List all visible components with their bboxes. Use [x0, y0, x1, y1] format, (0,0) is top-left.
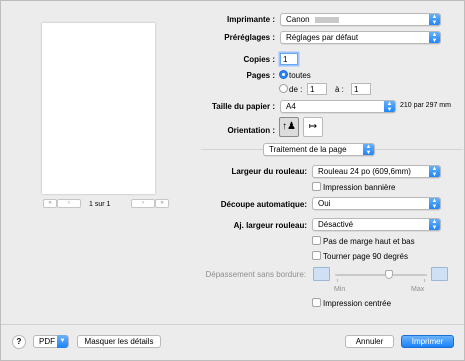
portrait-orientation-button[interactable]: ↑♟	[279, 117, 299, 137]
overflow-min-label: Min	[334, 286, 346, 293]
overflow-max-label: Max	[411, 286, 425, 293]
overflow-max-icon	[431, 267, 448, 281]
copies-label: Copies :	[243, 55, 275, 64]
paper-size-value: A4	[286, 102, 296, 111]
first-page-button[interactable]: «	[43, 199, 57, 208]
section-value: Traitement de la page	[269, 145, 347, 154]
centered-label: Impression centrée	[323, 299, 392, 308]
chevron-updown-icon: ▲ ▼	[384, 101, 395, 112]
printer-select[interactable]: Canon ▲ ▼	[280, 13, 441, 26]
pages-to-field[interactable]: 1	[351, 83, 371, 95]
next-page-button[interactable]: ›	[131, 199, 155, 208]
footer-separator	[1, 324, 464, 325]
pages-label: Pages :	[246, 71, 275, 80]
no-margin-label: Pas de marge haut et bas	[323, 237, 415, 246]
pages-from-label: de :	[289, 85, 303, 94]
banner-checkbox[interactable]	[312, 182, 321, 191]
page-indicator: 1 sur 1	[89, 201, 111, 208]
chevron-updown-icon: ▲ ▼	[429, 198, 440, 209]
overflow-slider-thumb[interactable]	[385, 270, 393, 279]
prev-page-button[interactable]: ‹	[57, 199, 81, 208]
pages-from-field[interactable]: 1	[307, 83, 327, 95]
print-dialog: « ‹ 1 sur 1 › » Imprimante : Canon ▲ ▼ Pr…	[0, 0, 465, 361]
auto-cut-value: Oui	[318, 199, 331, 208]
no-margin-checkbox[interactable]	[312, 236, 321, 245]
chevron-updown-icon: ▲ ▼	[429, 14, 440, 25]
print-button[interactable]: Imprimer	[401, 335, 454, 348]
adjust-roll-label: Aj. largeur rouleau:	[233, 221, 307, 230]
pages-to-label: à :	[335, 85, 344, 94]
pages-all-radio[interactable]	[279, 70, 288, 79]
landscape-icon: ↦	[308, 121, 318, 132]
overflow-slider-ticks	[337, 279, 425, 282]
presets-value: Réglages par défaut	[286, 33, 359, 42]
pages-all-label: toutes	[289, 71, 311, 80]
overflow-slider-track[interactable]	[335, 274, 427, 276]
printer-label: Imprimante :	[226, 15, 275, 24]
roll-width-label: Largeur du rouleau:	[231, 167, 307, 176]
roll-width-value: Rouleau 24 po (609,6mm)	[318, 167, 411, 176]
printer-value: Canon	[286, 15, 310, 24]
overflow-min-icon	[313, 267, 330, 281]
paper-size-label: Taille du papier :	[212, 102, 275, 111]
hide-details-button[interactable]: Masquer les détails	[77, 335, 161, 348]
presets-select[interactable]: Réglages par défaut ▲ ▼	[280, 31, 441, 44]
presets-label: Préréglages :	[224, 33, 275, 42]
cancel-button[interactable]: Annuler	[345, 335, 394, 348]
chevron-updown-icon: ▲ ▼	[429, 166, 440, 177]
pages-range-radio[interactable]	[279, 84, 288, 93]
banner-label: Impression bannière	[323, 183, 396, 192]
centered-checkbox[interactable]	[312, 298, 321, 307]
paper-dimensions: 210 par 297 mm	[400, 102, 451, 109]
pdf-menu-button[interactable]: PDF ▼	[33, 335, 69, 348]
help-button[interactable]: ?	[12, 335, 26, 349]
copies-field[interactable]: 1	[280, 53, 298, 65]
printer-name-redacted	[314, 16, 339, 23]
auto-cut-select[interactable]: Oui ▲ ▼	[312, 197, 441, 210]
chevron-updown-icon: ▲ ▼	[429, 32, 440, 43]
chevron-updown-icon: ▲ ▼	[429, 219, 440, 230]
rotate-checkbox[interactable]	[312, 251, 321, 260]
adjust-roll-value: Désactivé	[318, 220, 354, 229]
roll-width-select[interactable]: Rouleau 24 po (609,6mm) ▲ ▼	[312, 165, 441, 178]
landscape-orientation-button[interactable]: ↦	[303, 117, 323, 137]
adjust-roll-select[interactable]: Désactivé ▲ ▼	[312, 218, 441, 231]
portrait-icon: ↑♟	[282, 121, 296, 132]
page-preview	[42, 23, 155, 194]
pdf-label: PDF	[39, 337, 55, 346]
last-page-button[interactable]: »	[155, 199, 169, 208]
orientation-label: Orientation :	[227, 126, 275, 135]
paper-size-select[interactable]: A4 ▲ ▼	[280, 100, 396, 113]
overflow-label: Dépassement sans bordure:	[205, 270, 307, 279]
chevron-updown-icon: ▲ ▼	[363, 144, 374, 155]
chevron-down-icon: ▼	[57, 335, 68, 348]
section-select[interactable]: Traitement de la page ▲ ▼	[263, 143, 375, 156]
rotate-label: Tourner page 90 degrés	[323, 252, 408, 261]
auto-cut-label: Découpe automatique:	[220, 200, 307, 209]
